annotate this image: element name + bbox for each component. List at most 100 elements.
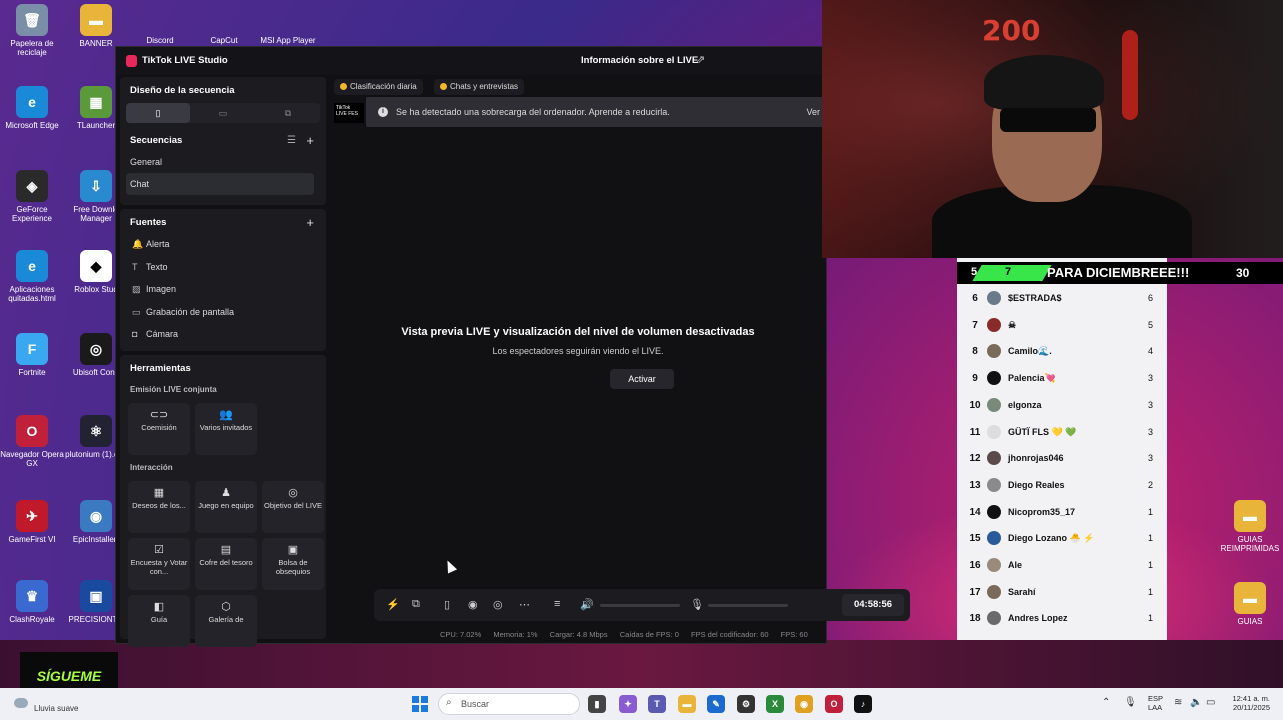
mic-volume-slider[interactable]: [708, 604, 788, 607]
source-item-texto[interactable]: T Texto: [132, 262, 168, 272]
weather-text[interactable]: Lluvia suave: [34, 704, 78, 713]
battery-icon[interactable]: ▭: [1206, 697, 1215, 708]
source-item-grabación-de-pantalla[interactable]: ▭ Grabación de pantalla: [132, 307, 234, 318]
tiktok-live-thumbnail: TikTok LIVE FES: [334, 103, 364, 123]
tool-icon: 👥: [219, 409, 233, 421]
portrait-icon[interactable]: ▯: [126, 103, 190, 123]
wifi-icon[interactable]: ≋: [1174, 697, 1182, 708]
landscape-icon[interactable]: ▭: [191, 103, 255, 123]
desktop-icon[interactable]: ♛ ClashRoyale: [0, 580, 64, 624]
tools-card: Herramientas Emisión LIVE conjunta ⊂⊃ Coe…: [120, 355, 326, 647]
file-explorer-icon[interactable]: ▬: [678, 695, 696, 713]
clock[interactable]: 12:41 a. m. 20/11/2025: [1228, 694, 1270, 712]
desktop-icon[interactable]: ✈ GameFirst VI: [0, 500, 64, 544]
source-item-alerta[interactable]: 🔔 Alerta: [132, 239, 170, 250]
tool-tile[interactable]: ♟ Juego en equipo: [195, 481, 257, 533]
tool-tile[interactable]: ◧ Guía: [128, 595, 190, 647]
leaderboard-name: $ESTRADA$: [1008, 293, 1062, 303]
opera-gx-icon[interactable]: O: [825, 695, 843, 713]
activate-button[interactable]: Activar: [610, 369, 674, 389]
share-icon[interactable]: ⇗: [696, 53, 705, 66]
desktop-icon[interactable]: ▬ BANNER: [64, 4, 128, 48]
desktop-icon-label: ClashRoyale: [9, 615, 55, 624]
add-source-button[interactable]: +: [306, 215, 314, 230]
desktop-app-icon: ▣: [80, 580, 112, 612]
desktop-icon[interactable]: ▬ GUIAS REIMPRIMIDAS: [1218, 500, 1282, 553]
sequence-item-chat[interactable]: Chat: [126, 173, 314, 195]
weather-icon[interactable]: [14, 698, 28, 708]
chrome-icon[interactable]: ◉: [795, 695, 813, 713]
live-info-link[interactable]: Información sobre el LIVE: [581, 55, 698, 66]
steam-icon[interactable]: ⚙: [737, 695, 755, 713]
xbox-icon[interactable]: X: [766, 695, 784, 713]
stat-encoder-fps: FPS del codificador: 60: [691, 630, 769, 639]
target-icon[interactable]: ◎: [493, 598, 503, 611]
speaker-volume-slider[interactable]: [600, 604, 680, 607]
settings-sliders-icon[interactable]: ≡: [554, 598, 560, 610]
orientation-selector: ▯ ▭ ⧉: [126, 103, 320, 123]
list-icon[interactable]: ☰: [287, 135, 296, 146]
volume-icon[interactable]: 🔈: [1190, 697, 1202, 708]
desktop-icon[interactable]: F Fortnite: [0, 333, 64, 377]
desktop-icon[interactable]: ◈ GeForce Experience: [0, 170, 64, 223]
windows-start-icon[interactable]: [412, 696, 428, 712]
desktop-icon-label: MSI App Player: [260, 36, 316, 45]
tool-tile[interactable]: ▤ Cofre del tesoro: [195, 538, 257, 590]
desktop-icon-msi[interactable]: MSI App Player: [256, 36, 320, 45]
record-icon[interactable]: ◉: [468, 598, 478, 611]
tool-tile[interactable]: ▦ Deseos de los...: [128, 481, 190, 533]
leaderboard-row: 17 Sarahí 1: [957, 579, 1167, 605]
desktop-icon[interactable]: 🗑 Papelera de reciclaje: [0, 4, 64, 57]
layout-icon[interactable]: ⧉: [412, 598, 420, 611]
chats-interviews-chip[interactable]: Chats y entrevistas: [434, 79, 525, 95]
avatar: [987, 611, 1001, 626]
monitor-icon: ▭: [132, 306, 141, 317]
teams-icon[interactable]: T: [648, 695, 666, 713]
task-view-icon[interactable]: ▮: [588, 695, 606, 713]
leaderboard-score: 5: [1147, 319, 1153, 330]
sequence-item-general[interactable]: General: [130, 157, 162, 167]
desktop-app-icon: ▬: [1234, 500, 1266, 532]
dual-layout-icon[interactable]: ⧉: [256, 103, 320, 123]
app-icon-blue[interactable]: ✎: [707, 695, 725, 713]
source-item-cámara[interactable]: ◘ Cámara: [132, 329, 178, 339]
desktop-icon[interactable]: O Navegador Opera GX: [0, 415, 64, 468]
tiktok-studio-taskbar-icon[interactable]: ♪: [854, 695, 872, 713]
microphone-icon[interactable]: 🎙: [690, 598, 704, 611]
leaderboard-score: 3: [1147, 426, 1153, 437]
banner-rank: 5: [971, 266, 978, 278]
avatar: [987, 558, 1001, 572]
tool-icon: ☑: [154, 544, 164, 556]
leaderboard-name: Nicoprom35_17: [1008, 506, 1076, 517]
tool-tile[interactable]: 👥 Varios invitados: [195, 403, 257, 455]
tool-tile[interactable]: ☑ Encuesta y Votar con...: [128, 538, 190, 590]
copilot-icon[interactable]: ✦: [619, 695, 637, 713]
desktop-icon[interactable]: ▬ GUIAS: [1218, 582, 1282, 626]
phone-icon[interactable]: ▯: [444, 598, 450, 611]
language-indicator[interactable]: ESP LAA: [1148, 694, 1163, 712]
leaderboard-rank: 9: [972, 373, 978, 385]
tool-tile[interactable]: ⊂⊃ Coemisión: [128, 403, 190, 455]
add-sequence-button[interactable]: +: [306, 133, 314, 148]
leaderboard-score: 3: [1147, 453, 1153, 464]
desktop-icon-discord[interactable]: Discord: [128, 36, 192, 45]
tool-tile[interactable]: ▣ Bolsa de obsequios: [262, 538, 324, 590]
desktop-icon[interactable]: e Aplicaciones quitadas.html: [0, 250, 64, 303]
person-sunglasses: [1000, 108, 1096, 132]
tool-tile[interactable]: ◎ Objetivo del LIVE: [262, 481, 324, 533]
tool-tile[interactable]: ⬡ Galería de: [195, 595, 257, 647]
notification-view-link[interactable]: Ver: [806, 107, 820, 117]
source-label: Texto: [146, 261, 168, 272]
daily-ranking-chip[interactable]: Clasificación diaria: [334, 79, 423, 95]
more-icon[interactable]: ⋯: [519, 598, 530, 611]
leaderboard-rank: 13: [969, 479, 981, 491]
desktop-icon[interactable]: e Microsoft Edge: [0, 86, 64, 130]
tray-chevron-icon[interactable]: ⌃: [1102, 697, 1110, 708]
taskbar-search[interactable]: ⌕ Buscar: [438, 693, 580, 715]
speaker-icon[interactable]: 🔊: [580, 598, 594, 611]
leaderboard-row: 16 Ale 1: [957, 552, 1167, 578]
magic-wand-icon[interactable]: ⚡: [386, 598, 400, 611]
source-item-imagen[interactable]: ▨ Imagen: [132, 284, 176, 295]
desktop-icon-capcut[interactable]: CapCut: [192, 36, 256, 45]
tray-mic-icon[interactable]: 🎙: [1124, 697, 1137, 708]
